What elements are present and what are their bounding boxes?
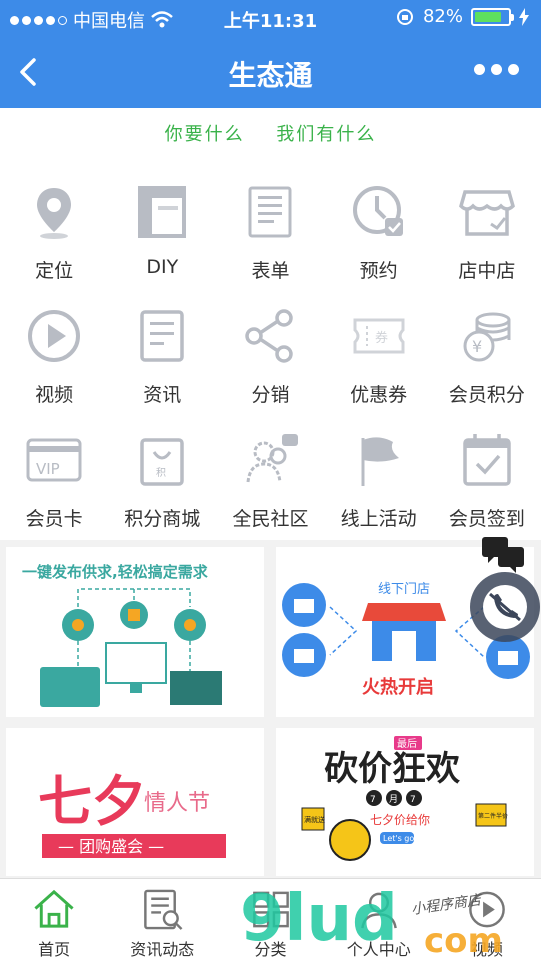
banner-qixi[interactable]: 七夕 情人节 — 团购盛会 — <box>6 728 264 876</box>
banner-bargain-left-tag: 满就送 <box>304 815 325 824</box>
feature-label: 视频 <box>35 384 74 406</box>
coins-icon: ¥ <box>463 312 511 362</box>
feature-label: 店中店 <box>458 260 516 282</box>
svg-text:券: 券 <box>375 330 388 346</box>
svg-text:¥: ¥ <box>472 337 482 356</box>
banner-bargain-date-3: 7 <box>410 795 416 805</box>
watermark-text: 9lud <box>240 882 398 956</box>
supply-demand-illustration: 一键发布供求,轻松搞定需求 <box>22 563 222 707</box>
feature-label: 会员卡 <box>25 508 83 530</box>
battery-icon <box>471 7 514 26</box>
status-bar: 中国电信 上午11:31 82% <box>0 0 541 36</box>
news-search-icon <box>144 889 183 930</box>
banner-supply-demand[interactable]: 一键发布供求,轻松搞定需求 <box>6 547 264 717</box>
feature-row: 视频 资讯 分销 券 优惠券 ¥ 会员积分 <box>0 296 541 420</box>
feature-diy[interactable]: DIY <box>108 172 216 296</box>
form-icon <box>248 186 292 238</box>
feature-label: DIY <box>146 256 179 278</box>
feature-row: 定位 DIY 表单 预约 店中店 <box>0 172 541 296</box>
feature-label: 资讯 <box>143 384 182 406</box>
tab-news[interactable]: 资讯动态 <box>108 879 216 960</box>
banner-bargain-sub: 七夕价给你 <box>370 813 430 827</box>
feature-location[interactable]: 定位 <box>0 172 108 296</box>
feature-label: 表单 <box>251 260 290 282</box>
banner-qixi-script: 情人节 <box>144 791 210 816</box>
phone-icon <box>483 585 527 629</box>
feature-label: 会员积分 <box>448 384 525 406</box>
coupon-icon: 券 <box>353 318 405 354</box>
feature-label: 积分商城 <box>124 508 201 530</box>
feature-label: 分销 <box>251 384 290 406</box>
news-icon <box>140 310 185 362</box>
feature-label: 会员签到 <box>448 508 525 530</box>
feature-grid: 定位 DIY 表单 预约 店中店 视频 资讯 分销 券 优惠券 ¥ 会员积分 V… <box>0 172 541 544</box>
feature-label: 预约 <box>359 260 398 282</box>
feature-label: 线上活动 <box>340 508 417 530</box>
flag-icon <box>361 437 399 486</box>
feature-news[interactable]: 资讯 <box>108 296 216 420</box>
feature-points-mall[interactable]: 积 积分商城 <box>108 420 216 544</box>
feature-row: VIP 会员卡 积 积分商城 全民社区 线上活动 会员签到 <box>0 420 541 544</box>
battery-level <box>475 11 502 22</box>
slogan-left: 你要什么 <box>164 124 245 145</box>
watermark-script: 小程序商店 <box>410 892 484 918</box>
banner-bargain-date-1: 7 <box>370 795 376 805</box>
feature-points[interactable]: ¥ 会员积分 <box>433 296 541 420</box>
feature-vip-card[interactable]: VIP 会员卡 <box>0 420 108 544</box>
more-menu-icon[interactable] <box>474 64 519 75</box>
page-title: 生态通 <box>228 59 313 92</box>
banner-store-headline: 火热开启 <box>362 676 434 698</box>
battery-percent: 82% <box>422 6 463 27</box>
qixi-illustration: 七夕 情人节 — 团购盛会 — <box>38 770 226 858</box>
vip-card-icon: VIP <box>26 438 82 482</box>
watermark-logo: 9lud com 小程序商店 <box>240 882 503 960</box>
clock-icon <box>352 186 403 236</box>
slogan-right: 我们有什么 <box>276 124 377 145</box>
tab-home[interactable]: 首页 <box>0 879 108 960</box>
banner-qixi-headline: 七夕 <box>38 770 146 833</box>
feature-online-activity[interactable]: 线上活动 <box>325 420 433 544</box>
feature-distribution[interactable]: 分销 <box>216 296 324 420</box>
banner-bargain-go: Let's go <box>383 834 414 843</box>
share-icon <box>245 309 294 363</box>
svg-text:VIP: VIP <box>36 460 60 478</box>
banner-bargain-date-2: 月 <box>389 794 398 805</box>
home-icon <box>34 889 74 928</box>
banner-qixi-sub: — 团购盛会 — <box>58 837 164 856</box>
banner-bargain-right-tag: 第二件半价 <box>478 812 508 820</box>
feature-label: 定位 <box>35 260 74 282</box>
feature-community[interactable]: 全民社区 <box>216 420 324 544</box>
rotation-lock-icon <box>396 8 413 25</box>
store-icon <box>458 190 515 236</box>
nav-bar: 生态通 <box>0 36 541 108</box>
chat-float-icon[interactable] <box>480 535 528 575</box>
bargain-illustration: 最后 砍价狂欢 7 月 7 七夕价给你 Let's go 满就送 第二件半价 <box>301 736 508 861</box>
feature-check-in[interactable]: 会员签到 <box>433 420 541 544</box>
community-icon <box>246 434 299 483</box>
call-float-button[interactable] <box>470 572 540 642</box>
feature-form[interactable]: 表单 <box>216 172 324 296</box>
banner-store-tag: 线下门店 <box>378 582 430 597</box>
play-icon <box>28 310 81 362</box>
slogan: 你要什么 我们有什么 <box>0 120 541 146</box>
charging-icon <box>519 7 529 26</box>
calendar-check-icon <box>463 434 511 486</box>
feature-store[interactable]: 店中店 <box>433 172 541 296</box>
banner-bargain-headline: 砍价狂欢 <box>324 749 460 789</box>
shopping-bag-icon: 积 <box>140 438 185 486</box>
watermark-suffix: com <box>424 921 503 960</box>
banner-supply-headline: 一键发布供求,轻松搞定需求 <box>22 563 209 581</box>
banner-area: 一键发布供求,轻松搞定需求 线下门店 火热开启 七夕 情人节 — 团购盛会 — <box>0 540 541 878</box>
tab-label: 首页 <box>38 940 71 959</box>
svg-text:积: 积 <box>156 467 166 479</box>
feature-appointment[interactable]: 预约 <box>325 172 433 296</box>
feature-video[interactable]: 视频 <box>0 296 108 420</box>
feature-label: 优惠券 <box>350 384 408 406</box>
location-icon <box>37 188 72 239</box>
tab-label: 资讯动态 <box>130 940 195 959</box>
layout-icon <box>138 186 187 238</box>
feature-coupon[interactable]: 券 优惠券 <box>325 296 433 420</box>
feature-label: 全民社区 <box>232 508 309 530</box>
banner-bargain[interactable]: 最后 砍价狂欢 7 月 7 七夕价给你 Let's go 满就送 第二件半价 <box>276 728 534 876</box>
